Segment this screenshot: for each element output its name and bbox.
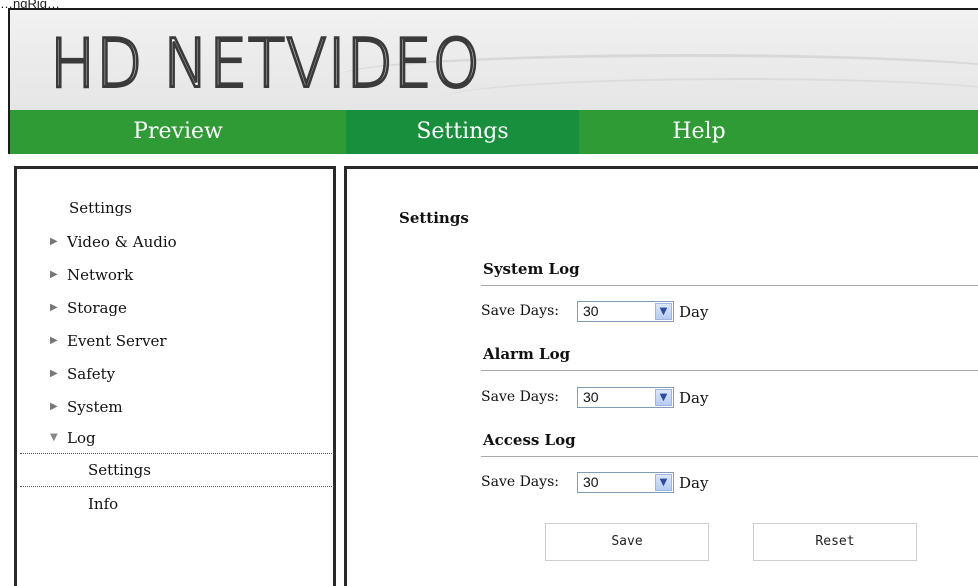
alarm-log-days-select[interactable]: 30 ▼ (577, 387, 674, 408)
sidebar-item-label: Event Server (67, 332, 167, 350)
banner: HD NETVIDEO (8, 8, 978, 110)
nav-help[interactable]: Help (579, 110, 819, 154)
sidebar-item-label: Video & Audio (67, 233, 177, 251)
window-title-fragment: …ngRig… (0, 0, 60, 8)
chevron-down-icon[interactable]: ▼ (655, 474, 672, 491)
triangle-right-icon: ▶ (50, 302, 58, 313)
sidebar-item-storage[interactable]: ▶ Storage (50, 297, 127, 319)
content-panel: Settings System Log Save Days: 30 ▼ Day … (344, 166, 978, 586)
section-title-access-log: Access Log (483, 431, 576, 449)
selected-item-highlight (20, 453, 334, 487)
sidebar-subitem-log-info[interactable]: Info (88, 493, 118, 515)
sidebar-item-safety[interactable]: ▶ Safety (50, 363, 116, 385)
sidebar-item-system[interactable]: ▶ System (50, 396, 123, 418)
divider (481, 456, 978, 457)
sidebar-item-log[interactable]: ▼ Log (50, 427, 96, 449)
access-log-days-select[interactable]: 30 ▼ (577, 472, 674, 493)
select-value: 30 (583, 303, 599, 319)
triangle-right-icon: ▶ (50, 401, 58, 412)
day-unit-label: Day (679, 303, 709, 321)
chevron-down-icon[interactable]: ▼ (655, 389, 672, 406)
select-value: 30 (583, 389, 599, 405)
sidebar-item-label: System (67, 398, 123, 416)
sidebar: Settings ▶ Video & Audio ▶ Network ▶ Sto… (14, 166, 336, 586)
nav-preview[interactable]: Preview (10, 110, 346, 154)
reset-button[interactable]: Reset (753, 523, 917, 561)
sidebar-item-label: Network (67, 266, 134, 284)
save-button[interactable]: Save (545, 523, 709, 561)
triangle-right-icon: ▶ (50, 335, 58, 346)
triangle-right-icon: ▶ (50, 236, 58, 247)
divider (481, 285, 978, 286)
nav-settings[interactable]: Settings (346, 110, 579, 154)
day-unit-label: Day (679, 389, 709, 407)
sidebar-item-video-audio[interactable]: ▶ Video & Audio (50, 231, 177, 253)
chevron-down-icon[interactable]: ▼ (655, 303, 672, 320)
save-days-label: Save Days: (481, 474, 559, 490)
divider (481, 370, 978, 371)
sidebar-item-event-server[interactable]: ▶ Event Server (50, 330, 167, 352)
sidebar-item-label: Safety (67, 365, 116, 383)
sidebar-header: Settings (69, 199, 132, 217)
section-title-system-log: System Log (483, 260, 580, 278)
select-value: 30 (583, 474, 599, 490)
sidebar-item-label: Storage (67, 299, 127, 317)
sidebar-subitem-log-settings[interactable]: Settings (88, 459, 151, 481)
section-title-alarm-log: Alarm Log (483, 345, 571, 363)
sidebar-item-label: Log (67, 429, 96, 447)
triangle-right-icon: ▶ (50, 368, 58, 379)
save-days-label: Save Days: (481, 389, 559, 405)
top-nav: Preview Settings Help (8, 110, 978, 154)
triangle-right-icon: ▶ (50, 269, 58, 280)
save-days-label: Save Days: (481, 303, 559, 319)
day-unit-label: Day (679, 474, 709, 492)
triangle-down-icon: ▼ (50, 432, 58, 443)
sidebar-item-network[interactable]: ▶ Network (50, 264, 134, 286)
system-log-days-select[interactable]: 30 ▼ (577, 301, 674, 322)
page-title: Settings (399, 209, 469, 227)
brand-logo: HD NETVIDEO (49, 24, 482, 105)
